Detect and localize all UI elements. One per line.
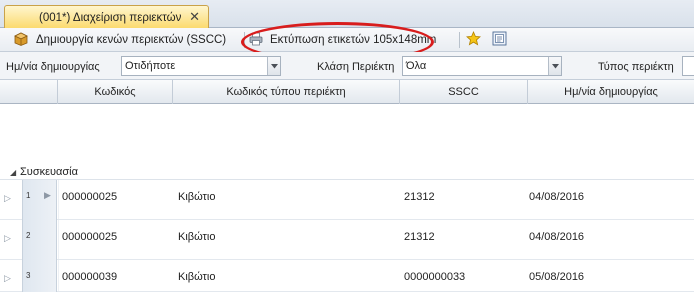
header-indicator-cell	[0, 80, 58, 104]
print-labels-label: Εκτύπωση ετικετών 105x148mm	[270, 34, 437, 46]
container-type-select[interactable]	[682, 56, 694, 76]
column-header-code[interactable]: Κωδικός	[58, 80, 173, 104]
box-icon	[14, 32, 28, 49]
cell-sscc: 21312	[404, 231, 435, 243]
document-tab-strip: (001*) Διαχείριση περιεκτών ✕	[0, 0, 694, 29]
column-header-sscc[interactable]: SSCC	[400, 80, 528, 104]
printer-icon	[249, 32, 263, 49]
star-icon	[466, 30, 481, 49]
grid-header: Κωδικός Κωδικός τύπου περιέκτη SSCC Ημ/ν…	[0, 80, 694, 104]
chevron-down-icon[interactable]	[267, 57, 280, 75]
create-empty-containers-button[interactable]: Δημιουργία κενών περιεκτών (SSCC)	[14, 30, 226, 50]
cell-container-type: Κιβώτιο	[178, 191, 216, 203]
creation-date-label: Ημ/νία δημιουργίας	[6, 61, 100, 73]
document-button[interactable]	[492, 30, 507, 50]
current-row-arrow-icon: ▶	[44, 190, 51, 200]
row-indicator: 2	[22, 220, 57, 260]
cell-code: 000000025	[62, 231, 118, 243]
document-icon	[492, 31, 507, 49]
expand-row-icon[interactable]: ▷	[4, 233, 11, 244]
cell-creation-date: 04/08/2016	[529, 231, 585, 243]
table-row[interactable]: ▷ 3 000000039 Κιβώτιο 0000000033 05/08/2…	[0, 260, 694, 292]
toolbar-separator	[244, 32, 245, 48]
creation-date-select[interactable]: Οτιδήποτε	[121, 56, 281, 76]
toolbar-separator	[459, 32, 460, 48]
container-class-select[interactable]: Όλα	[402, 56, 562, 76]
toolbar: Δημιουργία κενών περιεκτών (SSCC) Εκτύπω…	[0, 28, 694, 52]
row-indicator: 1 ▶	[22, 180, 57, 220]
cell-sscc: 0000000033	[404, 271, 466, 283]
row-number: 2	[26, 231, 31, 240]
cell-container-type: Κιβώτιο	[178, 271, 216, 283]
row-indicator: 3	[22, 260, 57, 292]
cell-sscc: 21312	[404, 191, 435, 203]
group-row[interactable]: ◢ Συσκευασία	[0, 104, 694, 180]
filter-bar: Ημ/νία δημιουργίας Οτιδήποτε Κλάση Περιέ…	[0, 52, 694, 80]
expand-row-icon[interactable]: ▷	[4, 273, 11, 284]
containers-grid: Κωδικός Κωδικός τύπου περιέκτη SSCC Ημ/ν…	[0, 80, 694, 292]
row-number: 3	[26, 271, 31, 280]
cell-creation-date: 05/08/2016	[529, 271, 585, 283]
container-class-value: Όλα	[406, 60, 427, 72]
tab-container-management[interactable]: (001*) Διαχείριση περιεκτών ✕	[4, 5, 209, 29]
table-row[interactable]: ▷ 2 000000025 Κιβώτιο 21312 04/08/2016	[0, 220, 694, 260]
creation-date-value: Οτιδήποτε	[125, 60, 176, 72]
column-header-container-type-code[interactable]: Κωδικός τύπου περιέκτη	[173, 80, 400, 104]
container-type-label: Τύπος περιέκτη	[598, 61, 674, 73]
cell-code: 000000025	[62, 191, 118, 203]
tab-title: (001*) Διαχείριση περιεκτών	[39, 11, 182, 24]
collapse-triangle-icon[interactable]: ◢	[10, 168, 16, 177]
chevron-down-icon[interactable]	[548, 57, 561, 75]
cell-container-type: Κιβώτιο	[178, 231, 216, 243]
container-class-label: Κλάση Περιέκτη	[317, 61, 395, 73]
column-header-creation-date[interactable]: Ημ/νία δημιουργίας	[528, 80, 694, 104]
cell-code: 000000039	[62, 271, 118, 283]
create-empty-containers-label: Δημιουργία κενών περιεκτών (SSCC)	[36, 34, 227, 46]
close-icon[interactable]: ✕	[189, 10, 200, 24]
print-labels-button[interactable]: Εκτύπωση ετικετών 105x148mm	[249, 30, 436, 50]
expand-row-icon[interactable]: ▷	[4, 193, 11, 204]
table-row[interactable]: ▷ 1 ▶ 000000025 Κιβώτιο 21312 04/08/2016	[0, 180, 694, 220]
row-number: 1	[26, 191, 31, 200]
group-label: Συσκευασία	[20, 166, 78, 178]
cell-creation-date: 04/08/2016	[529, 191, 585, 203]
favorite-button[interactable]	[466, 30, 481, 50]
